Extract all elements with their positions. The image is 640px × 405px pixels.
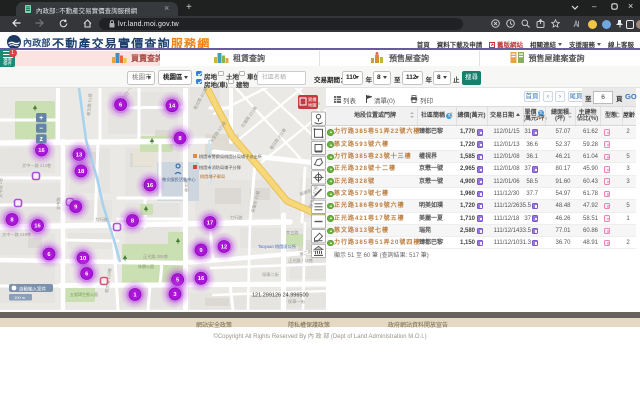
- svg-text:保康二街: 保康二街: [262, 271, 279, 278]
- svg-text:地圖: 地圖: [308, 102, 316, 109]
- svg-text:正光路 184巷: 正光路 184巷: [288, 257, 314, 264]
- svg-text:+: +: [39, 115, 43, 122]
- svg-text:18: 18: [78, 169, 85, 175]
- svg-text:z: z: [39, 136, 43, 143]
- svg-text:休憩公園: 休憩公園: [138, 263, 154, 269]
- svg-text:16: 16: [147, 183, 154, 189]
- svg-text:慈文國民活動中心: 慈文國民活動中心: [162, 176, 196, 183]
- svg-text:力行路: 力行路: [95, 216, 108, 223]
- svg-text:自動輸入案件: 自動輸入案件: [19, 286, 46, 293]
- svg-text:保華一街: 保華一街: [288, 298, 305, 305]
- svg-text:桃園埔子郵局: 桃園埔子郵局: [200, 173, 225, 180]
- svg-text:Taoyuan 桃園區公所: Taoyuan 桃園區公所: [258, 243, 296, 250]
- svg-text:12: 12: [221, 244, 227, 250]
- svg-text:16: 16: [198, 276, 205, 282]
- svg-text:17: 17: [207, 220, 213, 226]
- svg-text:桃園市警察局桃園分局埔子派出所: 桃園市警察局桃園分局埔子派出所: [199, 153, 262, 160]
- svg-text:正光路 205巷: 正光路 205巷: [143, 253, 169, 260]
- svg-text:−: −: [39, 126, 43, 133]
- svg-text:五號埤生態公園: 五號埤生態公園: [70, 291, 98, 297]
- svg-text:力行路: 力行路: [230, 214, 243, 221]
- svg-text:桃園市消防局埔子分隊: 桃園市消防局埔子分隊: [199, 164, 242, 171]
- svg-text:14: 14: [169, 104, 176, 110]
- svg-text:121.299126 24.996500: 121.299126 24.996500: [252, 293, 309, 299]
- svg-text:孝五路: 孝五路: [286, 229, 299, 236]
- svg-text:100 m: 100 m: [14, 295, 26, 300]
- svg-text:16: 16: [34, 223, 41, 229]
- svg-text:16: 16: [38, 148, 45, 154]
